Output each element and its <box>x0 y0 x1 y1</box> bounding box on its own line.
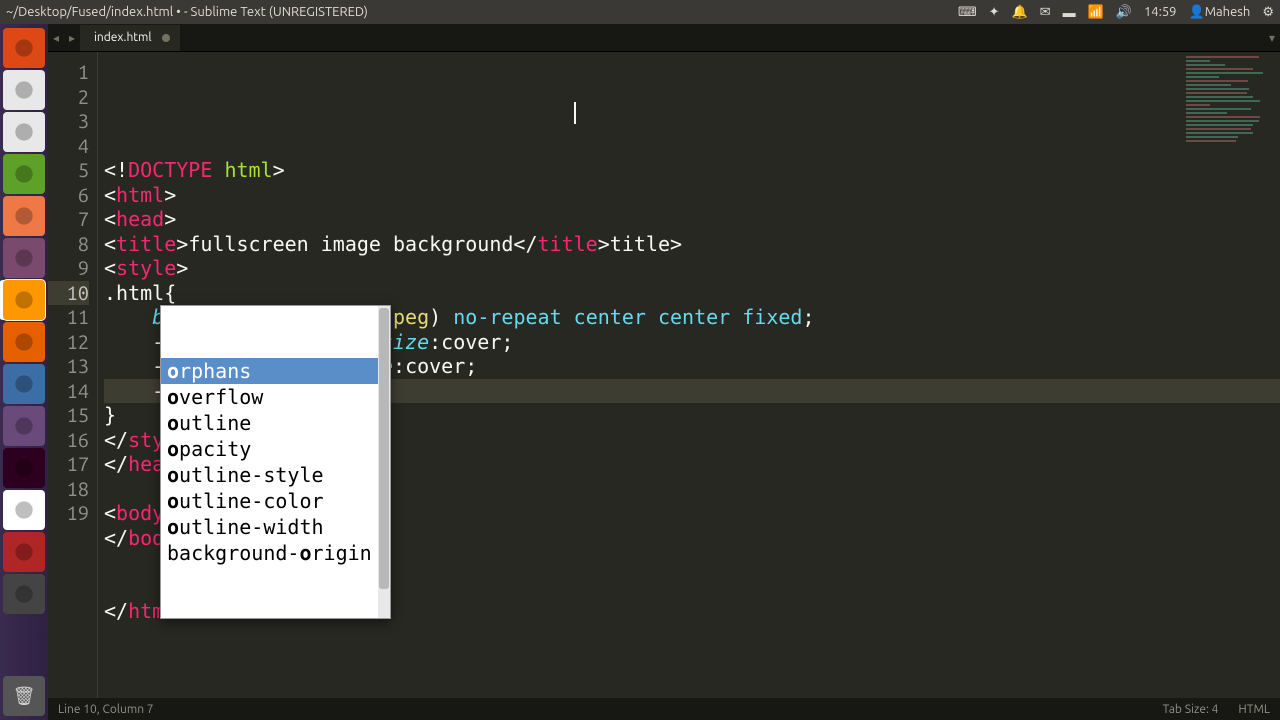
status-syntax[interactable]: HTML <box>1238 703 1270 716</box>
launcher-files[interactable] <box>3 196 45 236</box>
window-title: ~/Desktop/Fused/index.html • - Sublime T… <box>6 5 946 19</box>
session-icon[interactable]: ⚙ <box>1262 5 1274 20</box>
launcher-firefox[interactable] <box>3 322 45 362</box>
line-number: 5 <box>48 158 89 183</box>
network-icon[interactable]: 📶 <box>1088 5 1104 20</box>
code-line[interactable]: <html> <box>104 183 1280 208</box>
tab-next-icon[interactable]: ▸ <box>64 31 80 45</box>
user-menu[interactable]: 👤 Mahesh <box>1189 5 1251 20</box>
line-number: 12 <box>48 330 89 355</box>
line-number: 19 <box>48 501 89 526</box>
line-number: 9 <box>48 256 89 281</box>
autocomplete-scrollbar[interactable] <box>378 306 390 618</box>
line-number: 14 <box>48 379 89 404</box>
text-cursor <box>574 102 576 124</box>
launcher-text-editor[interactable] <box>3 112 45 152</box>
autocomplete-item[interactable]: outline-color <box>161 488 390 514</box>
line-number: 18 <box>48 477 89 502</box>
autocomplete-item[interactable]: opacity <box>161 436 390 462</box>
line-number: 11 <box>48 305 89 330</box>
autocomplete-popup: orphansoverflowoutlineopacityoutline-sty… <box>160 305 391 619</box>
tab-label: index.html <box>94 31 152 44</box>
launcher-calendar[interactable] <box>3 406 45 446</box>
code-line[interactable]: <style> <box>104 256 1280 281</box>
notifications-icon[interactable]: 🔔 <box>1012 5 1028 20</box>
autocomplete-item[interactable]: outline-width <box>161 514 390 540</box>
line-number: 6 <box>48 183 89 208</box>
line-number: 2 <box>48 85 89 110</box>
mail-icon[interactable]: ✉ <box>1040 5 1051 20</box>
tab-menu-icon[interactable]: ▾ <box>1264 31 1280 45</box>
launcher-terminal[interactable] <box>3 448 45 488</box>
line-number: 16 <box>48 428 89 453</box>
status-tabsize[interactable]: Tab Size: 4 <box>1163 703 1219 716</box>
code-line[interactable]: <head> <box>104 207 1280 232</box>
scrollbar-thumb[interactable] <box>379 308 389 589</box>
line-number: 17 <box>48 452 89 477</box>
autocomplete-item[interactable]: background-origin <box>161 540 390 566</box>
tab-bar: ◂ ▸ index.html ▾ <box>48 24 1280 52</box>
line-number: 8 <box>48 232 89 257</box>
line-number: 1 <box>48 60 89 85</box>
battery-icon[interactable]: ▬ <box>1063 5 1076 20</box>
line-number: 4 <box>48 134 89 159</box>
keyboard-icon[interactable]: ⌨ <box>958 5 977 20</box>
status-position[interactable]: Line 10, Column 7 <box>58 703 154 716</box>
line-number: 15 <box>48 403 89 428</box>
status-bar: Line 10, Column 7 Tab Size: 4 HTML <box>48 698 1280 720</box>
line-number: 7 <box>48 207 89 232</box>
dropbox-icon[interactable]: ✦ <box>989 5 1000 20</box>
editor-body: 12345678910111213141516171819 orphansove… <box>48 52 1280 698</box>
code-line[interactable]: .html{ <box>104 281 1280 306</box>
minimap[interactable] <box>1186 56 1276 176</box>
unity-launcher: 🗑 <box>0 24 48 720</box>
launcher-midori[interactable] <box>3 154 45 194</box>
launcher-sublime[interactable] <box>3 280 45 320</box>
clock[interactable]: 14:59 <box>1144 5 1177 19</box>
launcher-settings[interactable] <box>3 238 45 278</box>
launcher-chrome[interactable] <box>3 70 45 110</box>
launcher-dash[interactable] <box>3 28 45 68</box>
editor-window: ◂ ▸ index.html ▾ 12345678910111213141516… <box>48 24 1280 720</box>
tab-prev-icon[interactable]: ◂ <box>48 31 64 45</box>
launcher-indicator[interactable] <box>3 364 45 404</box>
launcher-workspace[interactable] <box>3 574 45 614</box>
code-line[interactable]: <!DOCTYPE html> <box>104 158 1280 183</box>
line-number: 13 <box>48 354 89 379</box>
line-number: 3 <box>48 109 89 134</box>
line-gutter: 12345678910111213141516171819 <box>48 52 98 698</box>
autocomplete-item[interactable]: outline-style <box>161 462 390 488</box>
volume-icon[interactable]: 🔊 <box>1116 5 1132 20</box>
code-line[interactable]: <title>fullscreen image background</titl… <box>104 232 1280 257</box>
launcher-trash[interactable]: 🗑 <box>3 676 45 716</box>
launcher-ssr[interactable] <box>3 532 45 572</box>
autocomplete-item[interactable]: orphans <box>161 358 390 384</box>
launcher-libreoffice[interactable] <box>3 490 45 530</box>
autocomplete-item[interactable]: overflow <box>161 384 390 410</box>
code-area[interactable]: orphansoverflowoutlineopacityoutline-sty… <box>98 52 1280 698</box>
line-number: 10 <box>48 281 89 306</box>
tab-index-html[interactable]: index.html <box>80 25 180 51</box>
system-tray: ⌨ ✦ 🔔 ✉ ▬ 📶 🔊 14:59 👤 Mahesh ⚙ <box>946 5 1274 20</box>
menu-bar: ~/Desktop/Fused/index.html • - Sublime T… <box>0 0 1280 24</box>
dirty-indicator-icon <box>162 34 170 42</box>
autocomplete-item[interactable]: outline <box>161 410 390 436</box>
